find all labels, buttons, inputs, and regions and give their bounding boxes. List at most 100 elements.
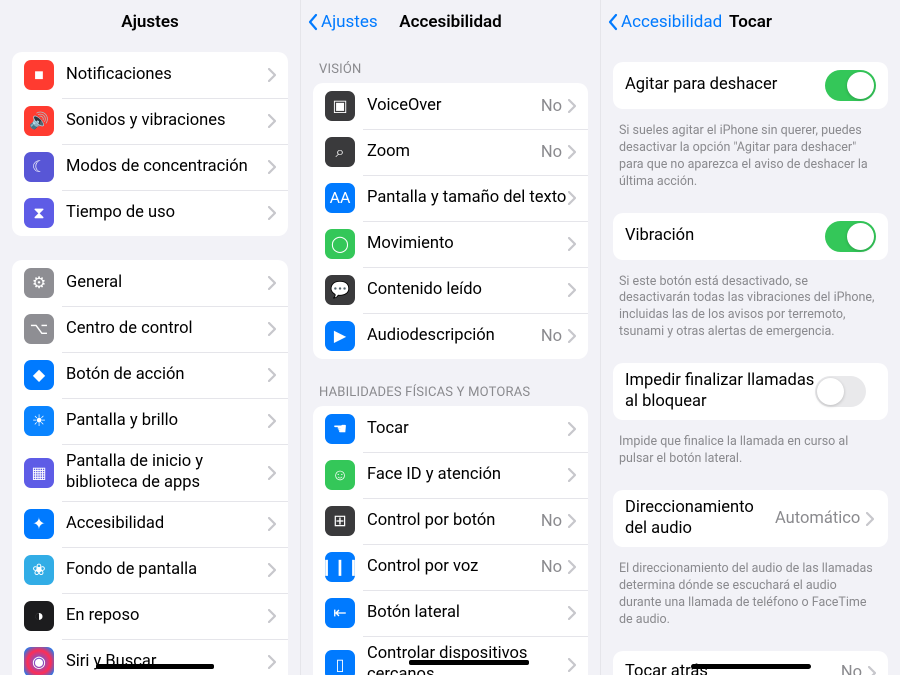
row-lock-end-call[interactable]: Impedir finalizar llamadas al bloquear [613, 363, 888, 420]
row-label: Direccionamiento del audio [625, 498, 775, 539]
glyph: ■ [34, 67, 44, 83]
back-button[interactable]: Accesibilidad [607, 0, 722, 44]
glyph: AA [330, 190, 351, 206]
row-icon: ◯ [325, 229, 355, 259]
row-label: Audiodescripción [367, 326, 541, 347]
row-icon: ▣ [325, 91, 355, 121]
list-row[interactable]: ⧗Tiempo de uso [12, 190, 288, 236]
back-button[interactable]: Ajustes [307, 0, 378, 44]
row-label: Movimiento [367, 234, 568, 255]
list-row[interactable]: 🔊Sonidos y vibraciones [12, 98, 288, 144]
list-row[interactable]: ◑En reposo [12, 593, 288, 639]
row-label: Agitar para deshacer [625, 75, 825, 96]
home-indicator[interactable] [691, 664, 811, 669]
list-row[interactable]: ▶AudiodescripciónNo [313, 313, 588, 359]
chevron-right-icon [268, 160, 276, 174]
group-audio-routing: Direccionamiento del audio Automático [613, 490, 888, 547]
list-row[interactable]: 💬Contenido leído [313, 267, 588, 313]
list-row[interactable]: ◉ Siri y Buscar [12, 639, 288, 675]
list-row[interactable]: ❙❙❙Control por vozNo [313, 544, 588, 590]
row-back-tap[interactable]: Tocar atrás No [613, 651, 888, 675]
glyph: ☚ [333, 421, 347, 437]
row-label: Control por voz [367, 557, 541, 578]
footer-audio-routing: El direccionamiento del audio de las lla… [601, 555, 900, 643]
motor-group: ☚Tocar☺Face ID y atención ⊞ Control por bo… [313, 406, 588, 675]
settings-group-1: ■ Notificaciones 🔊Sonidos y vibraciones ☾ Mo… [12, 52, 288, 236]
group-lock-end-call: Impedir finalizar llamadas al bloquear [613, 363, 888, 420]
footer-lock-end-call: Impide que finalice la llamada en curso … [601, 428, 900, 482]
list-row[interactable]: ▯Controlar dispositivos cercanos [313, 636, 588, 675]
back-label: Accesibilidad [621, 12, 722, 32]
row-value: No [841, 663, 862, 675]
row-label: Control por botón [367, 511, 541, 532]
chevron-right-icon [568, 191, 576, 205]
glyph: ☺ [332, 467, 348, 483]
toggle-lock-end-call[interactable] [815, 376, 866, 407]
row-label: Accesibilidad [66, 514, 268, 535]
list-row[interactable]: ⇤Botón lateral [313, 590, 588, 636]
glyph: ⊞ [333, 513, 346, 529]
list-row[interactable]: ⚙General [12, 260, 288, 306]
chevron-right-icon [568, 658, 576, 672]
row-label: Impedir finalizar llamadas al bloquear [625, 371, 815, 412]
row-label: Modos de concentración [66, 157, 268, 178]
group-back-tap: Tocar atrás No [613, 651, 888, 675]
glyph: ☾ [32, 159, 46, 175]
chevron-right-icon [268, 517, 276, 531]
row-vibration[interactable]: Vibración [613, 213, 888, 260]
pane-accesibilidad: Ajustes Accesibilidad VISIÓN ▣VoiceOverN… [300, 0, 600, 675]
glyph: ◉ [32, 654, 46, 670]
row-shake-to-undo[interactable]: Agitar para deshacer [613, 62, 888, 109]
row-icon: ▶ [325, 321, 355, 351]
chevron-right-icon [268, 322, 276, 336]
nav-bar: Accesibilidad Tocar [601, 0, 900, 44]
glyph: ❙❙❙ [320, 559, 360, 575]
row-icon: ⇤ [325, 598, 355, 628]
row-label: Vibración [625, 226, 825, 247]
row-icon: 💬 [325, 275, 355, 305]
nav-bar: Ajustes [0, 0, 300, 44]
row-icon: AA [325, 183, 355, 213]
list-row[interactable]: ▣VoiceOverNo [313, 83, 588, 129]
row-icon: ☚ [325, 414, 355, 444]
nav-title: Accesibilidad [399, 12, 501, 32]
row-label: Zoom [367, 142, 541, 163]
toggle-vibration[interactable] [825, 221, 876, 252]
chevron-right-icon [568, 237, 576, 251]
chevron-right-icon [268, 114, 276, 128]
list-row[interactable]: ❀ Fondo de pantalla [12, 547, 288, 593]
list-row[interactable]: ✦Accesibilidad [12, 501, 288, 547]
row-label: Siri y Buscar [66, 652, 268, 673]
row-icon: ⧗ [24, 198, 54, 228]
row-icon: ☺ [325, 460, 355, 490]
list-row[interactable]: ◯ Movimiento [313, 221, 588, 267]
row-icon: ⌕ [325, 137, 355, 167]
list-row[interactable]: ☚Tocar [313, 406, 588, 452]
redaction-bar [96, 664, 214, 669]
list-row[interactable]: ⌥Centro de control [12, 306, 288, 352]
list-row[interactable]: ☀Pantalla y brillo [12, 398, 288, 444]
list-row[interactable]: ☺Face ID y atención [313, 452, 588, 498]
list-row[interactable]: ☾ Modos de concentración [12, 144, 288, 190]
list-row[interactable]: ⊞Control por botónNo [313, 498, 588, 544]
glyph: ⌥ [30, 321, 48, 337]
chevron-right-icon [868, 666, 876, 675]
list-row[interactable]: AAPantalla y tamaño del texto [313, 175, 588, 221]
list-row[interactable]: ▦Pantalla de inicio y biblioteca de apps [12, 444, 288, 501]
chevron-right-icon [268, 368, 276, 382]
list-row[interactable]: ⌕ZoomNo [313, 129, 588, 175]
glyph: ▯ [336, 657, 345, 673]
list-row[interactable]: ◆Botón de acción [12, 352, 288, 398]
list-row[interactable]: ■ Notificaciones [12, 52, 288, 98]
glyph: ▶ [334, 328, 346, 344]
toggle-shake-to-undo[interactable] [825, 70, 876, 101]
row-audio-routing[interactable]: Direccionamiento del audio Automático [613, 490, 888, 547]
row-label: General [66, 273, 268, 294]
pane-ajustes: Ajustes ■ Notificaciones 🔊Sonidos y vibrac… [0, 0, 300, 675]
chevron-right-icon [268, 655, 276, 669]
row-label: Notificaciones [66, 65, 268, 86]
row-label: Fondo de pantalla [66, 560, 268, 581]
row-label: En reposo [66, 606, 268, 627]
pane-tocar: Accesibilidad Tocar Agitar para deshacer… [600, 0, 900, 675]
glyph: ❀ [32, 562, 45, 578]
